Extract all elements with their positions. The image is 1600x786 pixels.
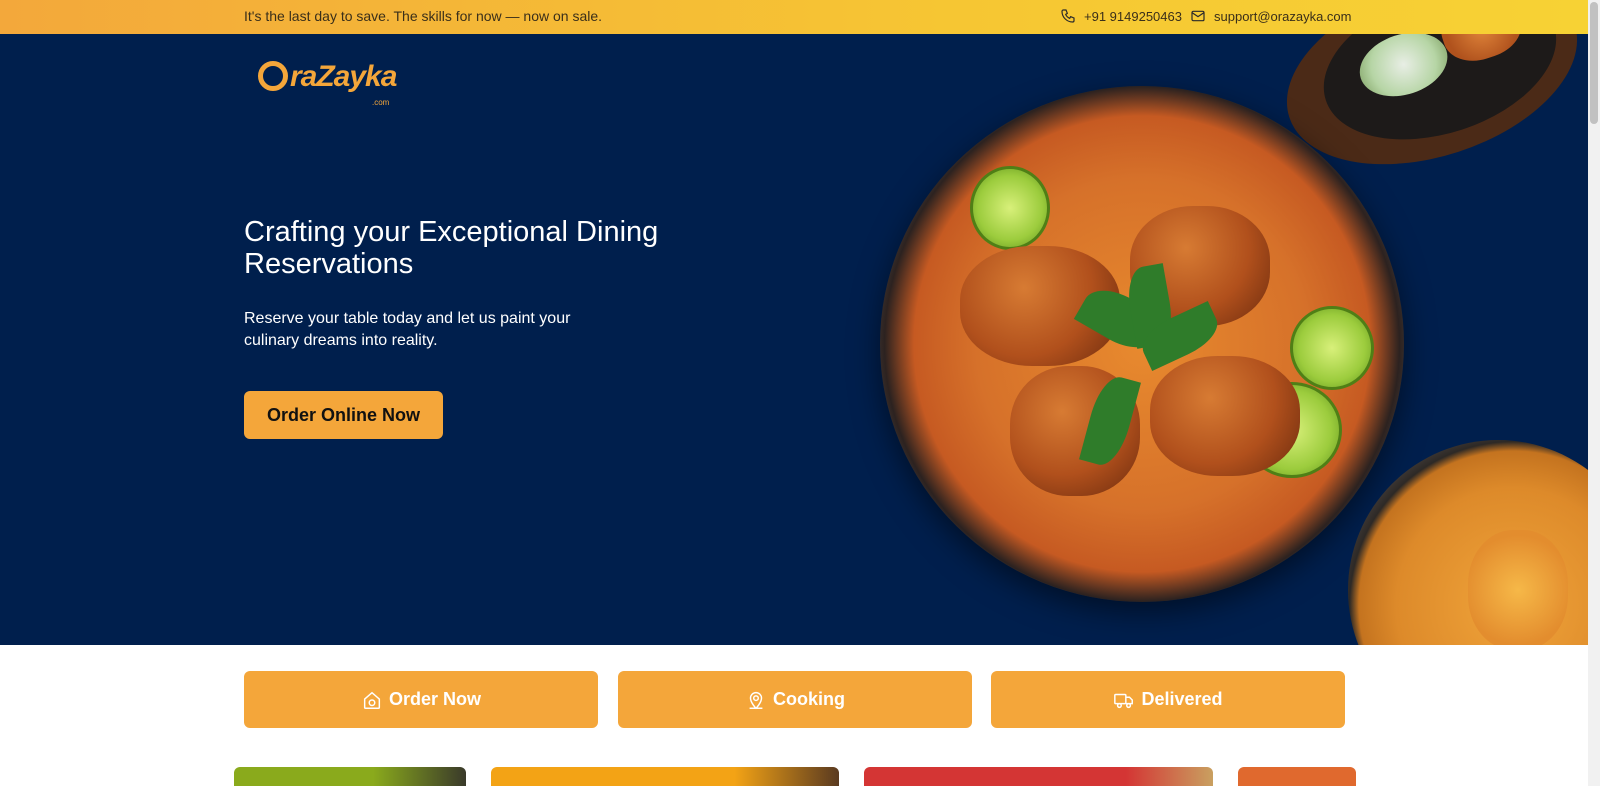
delivery-truck-icon <box>1114 693 1134 708</box>
page-scrollbar[interactable] <box>1588 0 1600 786</box>
logo-ring-icon <box>258 61 288 91</box>
email-address: support@orazayka.com <box>1214 8 1352 24</box>
email-link[interactable]: support@orazayka.com <box>1190 8 1351 24</box>
biryani-plate-image <box>880 86 1404 602</box>
hero-section: raZayka .com Crafting your Exceptional D… <box>0 34 1588 645</box>
phone-number: +91 9149250463 <box>1084 8 1182 24</box>
delivered-label: Delivered <box>1141 689 1223 709</box>
mail-icon <box>1191 10 1205 22</box>
order-now-label: Order Now <box>388 689 481 709</box>
hero-subtitle: Reserve your table today and let us pain… <box>244 310 571 349</box>
cooking-button[interactable]: Cooking <box>618 671 972 728</box>
order-steps: Order Now Cooking Delivered <box>0 645 1588 786</box>
house-icon <box>363 691 381 709</box>
phone-link[interactable]: +91 9149250463 <box>1060 8 1182 24</box>
location-pin-icon <box>749 691 763 709</box>
curry-bowl-image <box>1348 440 1588 645</box>
food-card[interactable] <box>864 767 1213 786</box>
delivered-button[interactable]: Delivered <box>991 671 1345 728</box>
announcement-bar: It's the last day to save. The skills fo… <box>0 0 1588 34</box>
food-card[interactable] <box>491 767 839 786</box>
promo-text: It's the last day to save. The skills fo… <box>244 8 603 24</box>
scrollbar-thumb[interactable] <box>1590 2 1598 124</box>
order-online-button[interactable]: Order Online Now <box>244 391 443 439</box>
logo-wordmark: raZayka <box>290 60 397 93</box>
hero-title: Crafting your Exceptional Dining Reserva… <box>244 216 659 280</box>
cooking-label: Cooking <box>773 689 845 709</box>
logo-suffix: .com <box>372 98 390 107</box>
order-now-button[interactable]: Order Now <box>244 671 598 728</box>
food-card[interactable] <box>234 767 466 786</box>
site-logo[interactable]: raZayka .com <box>258 56 397 107</box>
food-card[interactable] <box>1238 767 1356 786</box>
phone-icon <box>1061 9 1075 23</box>
